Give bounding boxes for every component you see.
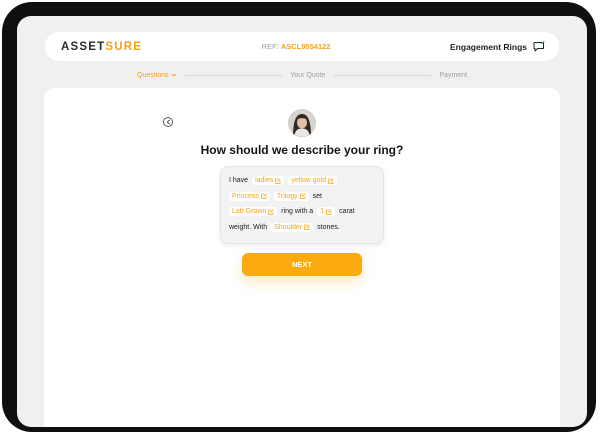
origin-chip[interactable]: Lab Grown [229,207,278,217]
brand-logo-part2: SURE [105,40,143,53]
edit-icon [299,193,306,200]
edit-icon [275,178,281,184]
origin-value: Lab Grown [232,208,267,216]
reference: REF: ASCL9554122 [262,42,331,51]
progress-steps: Questions Your Quote Payment [137,69,467,81]
sentence-text: stones. [317,223,340,231]
carat-chip[interactable]: 1 [317,207,336,217]
metal-chip[interactable]: yellow gold [288,176,338,186]
sentence-line: weight. With Shoulder stones. [229,220,377,236]
edit-icon [304,224,310,231]
metal-type-chip[interactable]: ladies [252,176,285,186]
sentence-text: weight. With [229,223,268,231]
chat-edit-icon[interactable] [533,40,545,52]
product-label: Engagement Rings [450,41,527,52]
edit-icon [328,178,334,184]
step-divider [333,74,432,76]
back-arrow-icon [166,119,170,125]
metal-value: yellow gold [291,177,327,185]
product-selector[interactable]: Engagement Rings [450,40,545,52]
shape-chip[interactable]: Princess [229,191,270,201]
question-card: How should we describe your ring? I have… [44,88,560,427]
step-your-quote-label: Your Quote [290,71,326,79]
sentence-text: carat [339,208,355,216]
ref-value: ASCL9554122 [280,42,331,51]
step-payment-label: Payment [439,71,468,79]
step-payment[interactable]: Payment [439,72,467,79]
sentence-text: ring with a [281,208,314,216]
edit-icon [268,209,274,215]
carat-value: 1 [320,208,325,216]
screen: ASSETSURE REF: ASCL9554122 Engagement Ri… [17,16,587,427]
tablet-frame: ASSETSURE REF: ASCL9554122 Engagement Ri… [2,2,596,432]
brand-logo-part1: ASSET [61,40,106,53]
step-questions-label: Questions [137,71,169,79]
sentence-text: set [312,192,322,200]
brand-logo[interactable]: ASSETSURE [61,41,142,53]
back-button[interactable] [163,117,173,127]
question-title: How should we describe your ring? [200,143,404,157]
step-divider [184,74,283,76]
shape-value: Princess [232,192,259,200]
top-bar: ASSETSURE REF: ASCL9554122 Engagement Ri… [45,32,559,61]
chevron-down-icon [171,73,176,77]
ring-description-sentence: I have ladies yellow gold Princess Trilo… [220,166,384,244]
setting-value: Shoulder [274,223,303,231]
step-questions[interactable]: Questions [137,72,177,79]
sentence-text: I have [229,177,249,185]
ref-label: REF: [261,42,279,51]
edit-icon [260,193,267,200]
sentence-line: I have ladies yellow gold [229,173,377,189]
step-your-quote[interactable]: Your Quote [290,72,325,79]
sentence-line: Lab Grown ring with a 1 carat [229,204,377,220]
next-button[interactable]: NEXT [242,253,362,276]
style-value: Trilogy [276,192,298,200]
advisor-avatar [288,109,316,137]
sentence-line: Princess Trilogy set [229,189,377,205]
style-chip[interactable]: Trilogy [273,191,309,201]
setting-chip[interactable]: Shoulder [271,222,314,232]
edit-icon [326,209,332,215]
metal-type-value: ladies [255,177,274,185]
